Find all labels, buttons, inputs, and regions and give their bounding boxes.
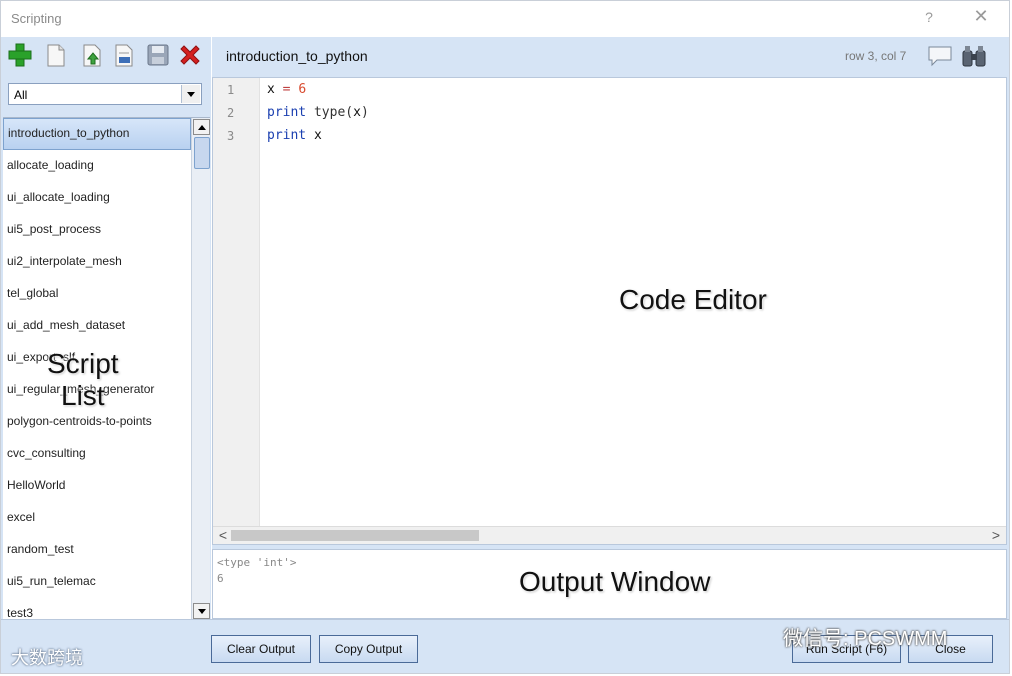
comment-icon[interactable] <box>927 45 953 67</box>
filter-value: All <box>14 88 28 102</box>
chevron-down-icon[interactable] <box>181 85 200 103</box>
code-token: x <box>313 128 322 143</box>
list-item[interactable]: introduction_to_python <box>3 118 191 150</box>
script-list-scrollbar[interactable] <box>191 118 210 620</box>
scripting-window: Scripting ? ✕ All introduction_to_python… <box>0 0 1010 674</box>
close-window-button[interactable]: ✕ <box>969 6 993 27</box>
copy-output-button[interactable]: Copy Output <box>319 635 418 663</box>
watermark-right: 微信号: PCSWMM <box>783 628 948 650</box>
output-line: <type 'int'> <box>217 556 297 569</box>
title-bar: Scripting ? ✕ <box>1 1 1009 37</box>
footer-bar: 大数跨境 Clear Output Copy Output Run Script… <box>1 619 1009 673</box>
code-token: 6 <box>298 82 307 97</box>
code-token: x <box>353 105 361 120</box>
code-editor[interactable]: 1 2 3 x = 6 print type(x) print x Code E… <box>212 77 1007 545</box>
code-editor-overlay-label: Code Editor <box>619 284 767 315</box>
list-item[interactable]: ui5_post_process <box>3 214 191 246</box>
script-filter-dropdown[interactable]: All <box>8 83 202 105</box>
help-button[interactable]: ? <box>919 9 939 25</box>
clear-output-button[interactable]: Clear Output <box>211 635 311 663</box>
scroll-thumb[interactable] <box>194 137 210 169</box>
scroll-right-icon[interactable]: > <box>988 527 1004 543</box>
list-item[interactable]: excel <box>3 502 191 534</box>
code-token: ) <box>360 105 369 120</box>
code-token: print <box>267 128 307 143</box>
line-number: 1 <box>227 83 235 97</box>
right-pane: introduction_to_python row 3, col 7 1 2 … <box>212 37 1009 619</box>
cursor-position: row 3, col 7 <box>845 49 907 63</box>
list-item[interactable]: tel_global <box>3 278 191 310</box>
line-number-gutter: 1 2 3 <box>213 78 260 528</box>
import-icon[interactable] <box>79 42 105 68</box>
list-item[interactable]: random_test <box>3 534 191 566</box>
save-icon[interactable] <box>145 42 171 68</box>
code-line: print x <box>267 128 322 143</box>
script-toolbar <box>1 37 211 73</box>
output-window[interactable]: <type 'int'> 6 Output Window <box>212 549 1007 619</box>
left-pane: All introduction_to_python allocate_load… <box>1 37 211 620</box>
overlay-label-line: Script <box>47 348 119 379</box>
code-line: x = 6 <box>267 82 306 97</box>
window-title: Scripting <box>11 11 62 26</box>
list-item[interactable]: ui2_interpolate_mesh <box>3 246 191 278</box>
scroll-thumb[interactable] <box>231 530 479 541</box>
output-line: 6 <box>217 572 224 585</box>
script-list-overlay-label: Script List <box>47 348 119 412</box>
scroll-left-icon[interactable]: < <box>215 527 231 543</box>
list-item[interactable]: ui_allocate_loading <box>3 182 191 214</box>
list-item[interactable]: test3 <box>3 598 191 620</box>
list-item[interactable]: allocate_loading <box>3 150 191 182</box>
editor-horizontal-scrollbar[interactable]: < > <box>213 526 1006 544</box>
list-item[interactable]: HelloWorld <box>3 470 191 502</box>
line-number: 2 <box>227 106 235 120</box>
script-list: introduction_to_python allocate_loading … <box>3 117 210 620</box>
overlay-label-line: List <box>61 380 105 411</box>
code-token: type( <box>306 105 354 120</box>
script-file-icon[interactable] <box>111 42 137 68</box>
code-token: x <box>267 82 275 97</box>
code-token: print <box>267 105 307 120</box>
scroll-down-icon[interactable] <box>193 603 210 619</box>
code-token: = <box>274 82 299 97</box>
list-item[interactable]: ui_add_mesh_dataset <box>3 310 191 342</box>
list-item[interactable]: cvc_consulting <box>3 438 191 470</box>
code-line: print type(x) <box>267 105 369 120</box>
new-file-icon[interactable] <box>43 42 69 68</box>
watermark-left: 大数跨境 <box>11 648 83 668</box>
line-number: 3 <box>227 129 235 143</box>
add-icon[interactable] <box>7 42 33 68</box>
binoculars-icon[interactable] <box>960 43 988 69</box>
scroll-up-icon[interactable] <box>193 119 210 135</box>
current-script-name: introduction_to_python <box>226 48 368 64</box>
delete-icon[interactable] <box>177 42 203 68</box>
list-item[interactable]: ui5_run_telemac <box>3 566 191 598</box>
output-window-overlay-label: Output Window <box>519 566 711 597</box>
editor-header: introduction_to_python row 3, col 7 <box>212 37 1009 75</box>
